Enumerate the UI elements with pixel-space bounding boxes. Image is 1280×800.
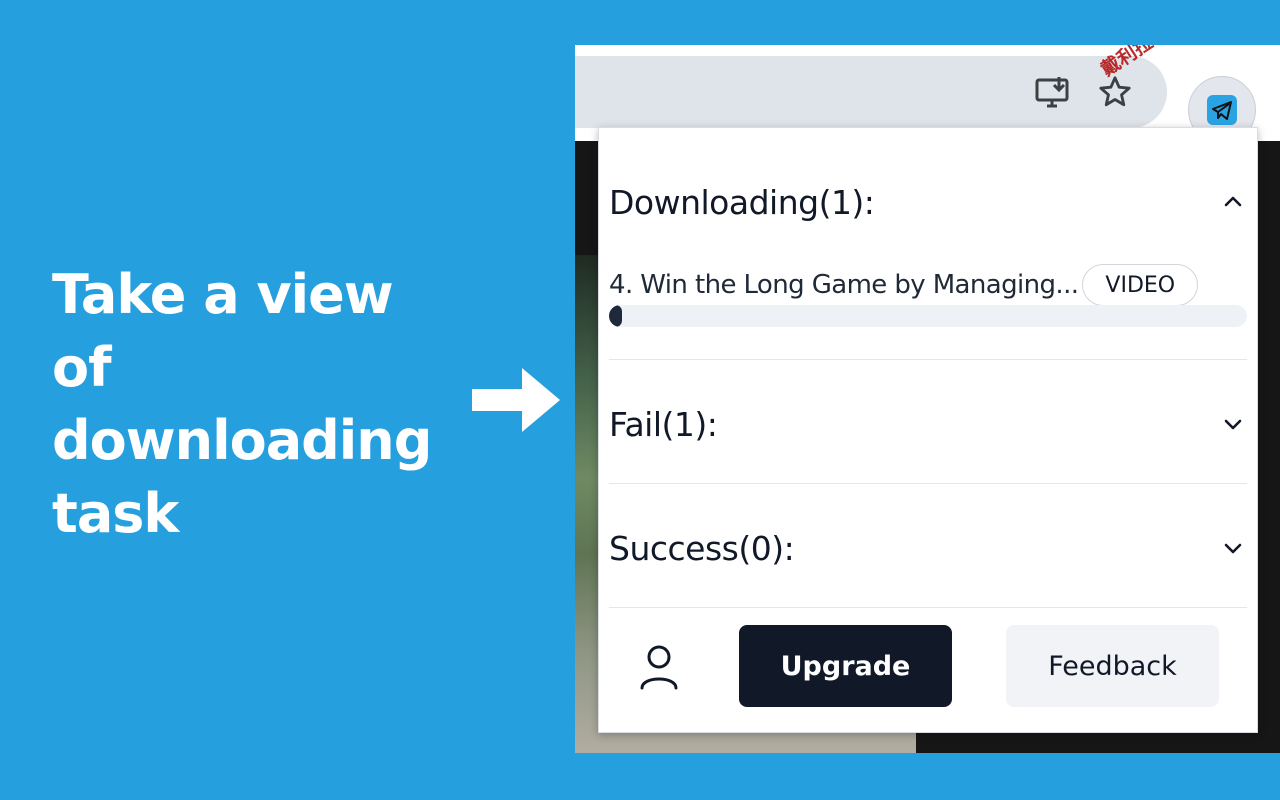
user-icon[interactable] [639, 644, 679, 690]
promo-headline: Take a view of downloading task [52, 258, 472, 550]
chevron-down-icon[interactable] [1219, 534, 1247, 562]
feedback-button[interactable]: Feedback [1006, 625, 1219, 707]
arrow-right-icon [472, 368, 560, 432]
divider [609, 359, 1247, 360]
section-success-header[interactable]: Success(0): [609, 528, 1247, 568]
address-bar[interactable] [575, 56, 1167, 128]
section-title: Fail(1): [609, 404, 718, 444]
divider [609, 483, 1247, 484]
download-progress-bar [609, 305, 1247, 327]
headline-line: downloading [52, 409, 432, 472]
section-title: Success(0): [609, 528, 795, 568]
divider [609, 607, 1247, 608]
chevron-up-icon[interactable] [1219, 188, 1247, 216]
headline-line: Take a view [52, 263, 394, 326]
download-task[interactable]: 4. Win the Long Game by Managing... VIDE… [609, 262, 1209, 308]
task-type-badge: VIDEO [1082, 264, 1199, 306]
section-downloading-header[interactable]: Downloading(1): [609, 182, 1247, 222]
section-title: Downloading(1): [609, 182, 875, 222]
download-manager-popup: Downloading(1): 4. Win the Long Game by … [598, 127, 1258, 733]
headline-line: task [52, 482, 179, 545]
star-icon[interactable] [1098, 75, 1132, 109]
progress-fill [609, 305, 622, 327]
telegram-icon [1207, 95, 1237, 125]
task-name: 4. Win the Long Game by Managing... [609, 270, 1079, 300]
section-fail-header[interactable]: Fail(1): [609, 404, 1247, 444]
headline-line: of [52, 336, 112, 399]
upgrade-button[interactable]: Upgrade [739, 625, 952, 707]
chevron-down-icon[interactable] [1219, 410, 1247, 438]
install-app-icon[interactable] [1035, 77, 1071, 109]
